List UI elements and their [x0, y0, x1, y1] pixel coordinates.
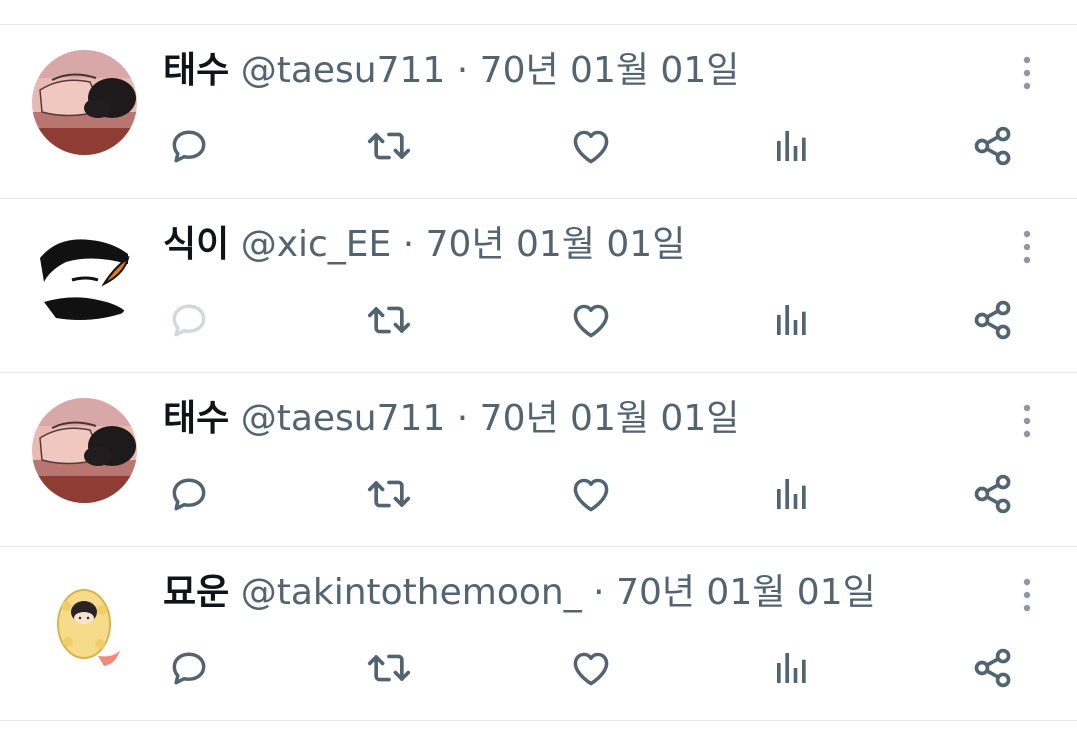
- separator-dot: ·: [402, 224, 415, 265]
- views-bar-chart-icon: [777, 131, 806, 161]
- more-vertical-icon: [1023, 56, 1031, 90]
- reply-icon: [172, 130, 206, 163]
- tweet-item[interactable]: 태수 @taesu711 · 70년 01월 01일: [0, 373, 1077, 547]
- display-name[interactable]: 묘운: [163, 572, 229, 613]
- heart-icon: [573, 652, 609, 686]
- heart-icon: [573, 130, 609, 164]
- share-button[interactable]: [965, 295, 1021, 345]
- share-button[interactable]: [965, 643, 1021, 693]
- tweet-header: 태수 @taesu711 · 70년 01월 01일: [163, 47, 739, 95]
- reply-icon: [172, 304, 206, 337]
- reply-button[interactable]: [161, 643, 217, 693]
- avatar[interactable]: [32, 398, 137, 503]
- avatar[interactable]: [32, 50, 137, 155]
- more-options-button[interactable]: [1012, 227, 1042, 267]
- user-handle[interactable]: @taesu711: [241, 50, 446, 91]
- more-options-button[interactable]: [1012, 575, 1042, 615]
- action-bar: [163, 121, 1033, 171]
- display-name[interactable]: 태수: [163, 398, 229, 439]
- display-name[interactable]: 태수: [163, 50, 229, 91]
- views-bar-chart-icon: [777, 479, 806, 509]
- heart-icon: [573, 304, 609, 338]
- share-icon: [974, 474, 1011, 514]
- repost-icon: [367, 480, 411, 508]
- share-icon: [974, 126, 1011, 166]
- display-name[interactable]: 식이: [163, 224, 229, 265]
- repost-button[interactable]: [361, 469, 417, 519]
- repost-button[interactable]: [361, 643, 417, 693]
- share-icon: [974, 648, 1011, 688]
- more-vertical-icon: [1023, 404, 1031, 438]
- tweet-feed: 태수 @taesu711 · 70년 01월 01일 식이 @xic_EE · …: [0, 25, 1077, 721]
- separator-dot: ·: [456, 398, 469, 439]
- like-button[interactable]: [563, 643, 619, 693]
- tweet-item[interactable]: 태수 @taesu711 · 70년 01월 01일: [0, 25, 1077, 199]
- avatar[interactable]: [32, 224, 137, 329]
- share-icon: [974, 300, 1011, 340]
- action-bar: [163, 643, 1033, 693]
- like-button[interactable]: [563, 121, 619, 171]
- tweet-date[interactable]: 70년 01월 01일: [480, 398, 740, 439]
- like-button[interactable]: [563, 469, 619, 519]
- reply-button[interactable]: [161, 121, 217, 171]
- tweet-header: 태수 @taesu711 · 70년 01월 01일: [163, 395, 739, 443]
- avatar-sleeping-person-icon: [32, 398, 137, 503]
- reply-button[interactable]: [161, 469, 217, 519]
- tweet-item[interactable]: 묘운 @takintothemoon_ · 70년 01월 01일: [0, 547, 1077, 721]
- like-button[interactable]: [563, 295, 619, 345]
- more-vertical-icon: [1023, 230, 1031, 264]
- tweet-date[interactable]: 70년 01월 01일: [426, 224, 686, 265]
- reply-icon: [172, 478, 206, 511]
- tweet-date[interactable]: 70년 01월 01일: [616, 572, 876, 613]
- user-handle[interactable]: @xic_EE: [241, 224, 392, 265]
- views-button[interactable]: [764, 469, 820, 519]
- views-button[interactable]: [764, 295, 820, 345]
- views-bar-chart-icon: [777, 305, 806, 335]
- user-handle[interactable]: @takintothemoon_: [241, 572, 582, 613]
- action-bar: [163, 469, 1033, 519]
- reply-icon: [172, 652, 206, 685]
- repost-button[interactable]: [361, 295, 417, 345]
- more-options-button[interactable]: [1012, 401, 1042, 441]
- action-bar: [163, 295, 1033, 345]
- tweet-header: 식이 @xic_EE · 70년 01월 01일: [163, 221, 685, 269]
- user-handle[interactable]: @taesu711: [241, 398, 446, 439]
- repost-icon: [367, 132, 411, 160]
- heart-icon: [573, 478, 609, 512]
- tweet-header: 묘운 @takintothemoon_ · 70년 01월 01일: [163, 569, 876, 617]
- separator-dot: ·: [456, 50, 469, 91]
- views-button[interactable]: [764, 121, 820, 171]
- repost-icon: [367, 654, 411, 682]
- separator-dot: ·: [593, 572, 605, 613]
- more-vertical-icon: [1023, 578, 1031, 612]
- avatar-doodle-face-icon: [32, 224, 137, 329]
- avatar-fried-shrimp-character-icon: [32, 572, 137, 677]
- avatar-sleeping-person-icon: [32, 50, 137, 155]
- share-button[interactable]: [965, 469, 1021, 519]
- tweet-item[interactable]: 식이 @xic_EE · 70년 01월 01일: [0, 199, 1077, 373]
- repost-button[interactable]: [361, 121, 417, 171]
- repost-icon: [367, 306, 411, 334]
- views-bar-chart-icon: [777, 653, 806, 683]
- more-options-button[interactable]: [1012, 53, 1042, 93]
- reply-button-disabled: [161, 295, 217, 345]
- share-button[interactable]: [965, 121, 1021, 171]
- tweet-date[interactable]: 70년 01월 01일: [480, 50, 740, 91]
- avatar[interactable]: [32, 572, 137, 677]
- views-button[interactable]: [764, 643, 820, 693]
